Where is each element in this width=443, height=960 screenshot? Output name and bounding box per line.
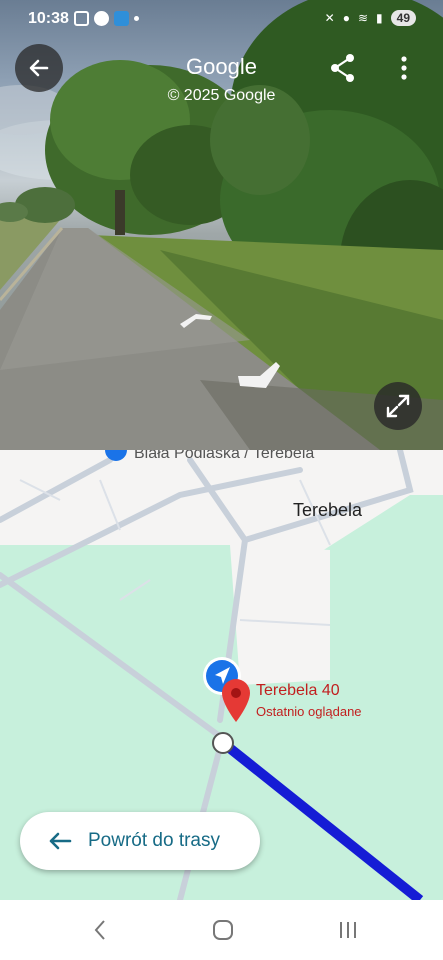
- nav-back-button[interactable]: [85, 918, 115, 942]
- wifi-icon: ≋: [357, 11, 369, 25]
- share-icon[interactable]: [328, 52, 360, 84]
- place-subtitle: Ostatnio oglądane: [256, 704, 362, 719]
- expand-button[interactable]: [374, 382, 422, 430]
- more-vert-icon[interactable]: [392, 52, 416, 84]
- street-forward-arrow[interactable]: [180, 312, 214, 328]
- nav-home-icon: [213, 920, 233, 940]
- street-view-position-marker: [212, 732, 234, 754]
- expand-icon: [386, 394, 410, 418]
- return-to-route-button[interactable]: Powrót do trasy: [20, 812, 260, 870]
- system-nav-bar: [0, 900, 443, 960]
- street-view-panel[interactable]: 10:38 ✕ ● ≋ ▮ 49 Google © 2025 Google: [0, 0, 443, 450]
- map-panel[interactable]: Biała Podlaska / Terebela Terebela Tereb…: [0, 450, 443, 900]
- return-to-route-label: Powrót do trasy: [88, 830, 220, 851]
- status-bar: 10:38 ✕ ● ≋ ▮ 49: [0, 0, 443, 40]
- street-backward-arrow[interactable]: [236, 360, 282, 390]
- app-notification-icon: [114, 11, 129, 26]
- street-view-copyright: © 2025 Google: [167, 87, 276, 104]
- mute-icon: ✕: [324, 11, 335, 25]
- town-label: Terebela: [293, 500, 363, 520]
- back-arrow-icon: [49, 832, 72, 850]
- signal-icon: ▮: [376, 11, 383, 25]
- street-view-title: Google: [186, 54, 257, 79]
- nav-recents-icon: [340, 922, 356, 938]
- location-pin-icon[interactable]: [219, 676, 253, 726]
- status-time: 10:38: [28, 10, 69, 27]
- screenshot-icon: [74, 11, 89, 26]
- facebook-icon: [94, 11, 109, 26]
- place-name[interactable]: Terebela 40: [256, 682, 340, 700]
- battery-indicator: 49: [390, 10, 416, 26]
- location-icon: ●: [342, 11, 350, 25]
- nav-home-button[interactable]: [208, 918, 238, 942]
- notification-dot-icon: [134, 16, 139, 21]
- nav-back-icon: [94, 920, 105, 940]
- route-label: Biała Podlaska / Terebela: [134, 450, 315, 462]
- nav-recents-button[interactable]: [333, 918, 363, 942]
